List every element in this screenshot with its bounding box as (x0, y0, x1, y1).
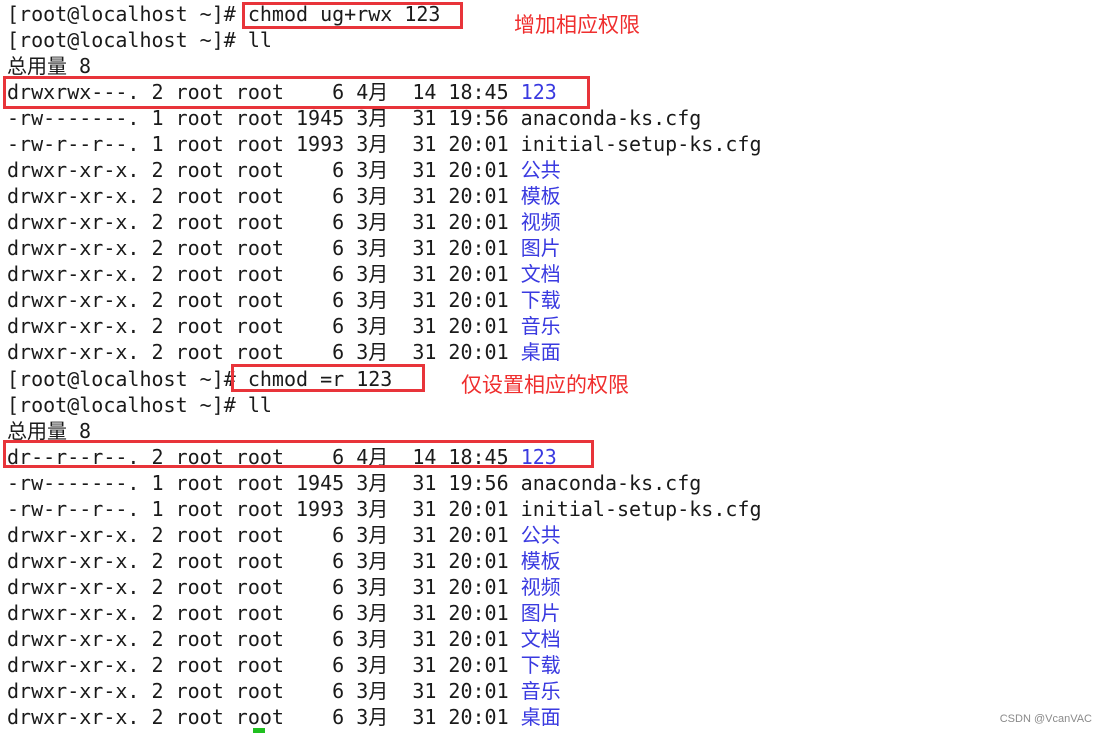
directory-name: 桌面 (520, 340, 561, 364)
terminal-line: drwxr-xr-x. 2 root root 6 3月 31 20:01 图片 (7, 600, 561, 626)
terminal-cursor (253, 728, 265, 733)
annotation-add-permissions: 增加相应权限 (514, 13, 640, 37)
terminal-line: drwxr-xr-x. 2 root root 6 3月 31 20:01 视频 (7, 209, 561, 235)
line-text: drwxr-xr-x. 2 root root 6 3月 31 20:01 (7, 210, 521, 234)
directory-name: 图片 (520, 236, 561, 260)
directory-name: 下载 (520, 653, 561, 677)
terminal-line: drwxr-xr-x. 2 root root 6 3月 31 20:01 下载 (7, 287, 561, 313)
directory-name: 公共 (520, 523, 561, 547)
line-text: drwxr-xr-x. 2 root root 6 3月 31 20:01 (7, 158, 521, 182)
line-text: drwxr-xr-x. 2 root root 6 3月 31 20:01 (7, 653, 521, 677)
directory-name: 音乐 (520, 679, 561, 703)
line-text: [root@localhost ~]# ll (7, 28, 272, 52)
line-text: drwxr-xr-x. 2 root root 6 3月 31 20:01 (7, 679, 521, 703)
terminal-line: drwxr-xr-x. 2 root root 6 3月 31 20:01 下载 (7, 652, 561, 678)
directory-name: 文档 (520, 262, 561, 286)
line-text: drwxr-xr-x. 2 root root 6 3月 31 20:01 (7, 601, 521, 625)
line-text: drwxr-xr-x. 2 root root 6 3月 31 20:01 (7, 340, 521, 364)
terminal-line: [root@localhost ~]# ll (7, 27, 272, 53)
highlight-box-result-1 (3, 76, 590, 109)
line-text: -rw-r--r--. 1 root root 1993 3月 31 20:01… (7, 132, 762, 156)
watermark: CSDN @VcanVAC (999, 713, 1092, 725)
line-text: drwxr-xr-x. 2 root root 6 3月 31 20:01 (7, 523, 521, 547)
line-text: drwxr-xr-x. 2 root root 6 3月 31 20:01 (7, 236, 521, 260)
line-text: [root@localhost ~]# ll (7, 393, 272, 417)
terminal-output: [root@localhost ~]# chmod ug+rwx 123 [ro… (0, 0, 1106, 733)
directory-name: 图片 (520, 601, 561, 625)
directory-name: 公共 (520, 158, 561, 182)
directory-name: 桌面 (520, 705, 561, 729)
line-text: drwxr-xr-x. 2 root root 6 3月 31 20:01 (7, 288, 521, 312)
line-text: drwxr-xr-x. 2 root root 6 3月 31 20:01 (7, 627, 521, 651)
directory-name: 视频 (520, 575, 561, 599)
line-text: drwxr-xr-x. 2 root root 6 3月 31 20:01 (7, 262, 521, 286)
terminal-line: drwxr-xr-x. 2 root root 6 3月 31 20:01 模板 (7, 183, 561, 209)
terminal-line: drwxr-xr-x. 2 root root 6 3月 31 20:01 桌面 (7, 339, 561, 365)
line-text: -rw-r--r--. 1 root root 1993 3月 31 20:01… (7, 497, 762, 521)
directory-name: 音乐 (520, 314, 561, 338)
line-text: drwxr-xr-x. 2 root root 6 3月 31 20:01 (7, 705, 521, 729)
directory-name: 视频 (520, 210, 561, 234)
line-text: drwxr-xr-x. 2 root root 6 3月 31 20:01 (7, 314, 521, 338)
directory-name: 下载 (520, 288, 561, 312)
line-text: drwxr-xr-x. 2 root root 6 3月 31 20:01 (7, 549, 521, 573)
directory-name: 模板 (520, 549, 561, 573)
line-text: drwxr-xr-x. 2 root root 6 3月 31 20:01 (7, 575, 521, 599)
annotation-set-permissions: 仅设置相应的权限 (461, 373, 629, 397)
terminal-line: drwxr-xr-x. 2 root root 6 3月 31 20:01 图片 (7, 235, 561, 261)
line-text: -rw-------. 1 root root 1945 3月 31 19:56… (7, 471, 702, 495)
terminal-line: drwxr-xr-x. 2 root root 6 3月 31 20:01 文档 (7, 626, 561, 652)
terminal-line: -rw-r--r--. 1 root root 1993 3月 31 20:01… (7, 496, 762, 522)
terminal-line: drwxr-xr-x. 2 root root 6 3月 31 20:01 模板 (7, 548, 561, 574)
terminal-line: drwxr-xr-x. 2 root root 6 3月 31 20:01 桌面 (7, 704, 561, 730)
terminal-line: drwxr-xr-x. 2 root root 6 3月 31 20:01 音乐 (7, 313, 561, 339)
terminal-line: [root@localhost ~]# ll (7, 392, 272, 418)
directory-name: 模板 (520, 184, 561, 208)
terminal-line: drwxr-xr-x. 2 root root 6 3月 31 20:01 音乐 (7, 678, 561, 704)
terminal-line: drwxr-xr-x. 2 root root 6 3月 31 20:01 公共 (7, 157, 561, 183)
highlight-box-result-2 (3, 440, 594, 468)
line-text: 总用量 8 (7, 54, 92, 78)
directory-name: 文档 (520, 627, 561, 651)
line-text: drwxr-xr-x. 2 root root 6 3月 31 20:01 (7, 184, 521, 208)
terminal-line: -rw-------. 1 root root 1945 3月 31 19:56… (7, 470, 701, 496)
terminal-line: -rw-r--r--. 1 root root 1993 3月 31 20:01… (7, 131, 762, 157)
terminal-line: drwxr-xr-x. 2 root root 6 3月 31 20:01 文档 (7, 261, 561, 287)
highlight-box-command-1 (242, 2, 463, 29)
terminal-line: drwxr-xr-x. 2 root root 6 3月 31 20:01 公共 (7, 522, 561, 548)
terminal-line: drwxr-xr-x. 2 root root 6 3月 31 20:01 视频 (7, 574, 561, 600)
line-text: -rw-------. 1 root root 1945 3月 31 19:56… (7, 106, 702, 130)
highlight-box-command-2 (231, 364, 425, 392)
